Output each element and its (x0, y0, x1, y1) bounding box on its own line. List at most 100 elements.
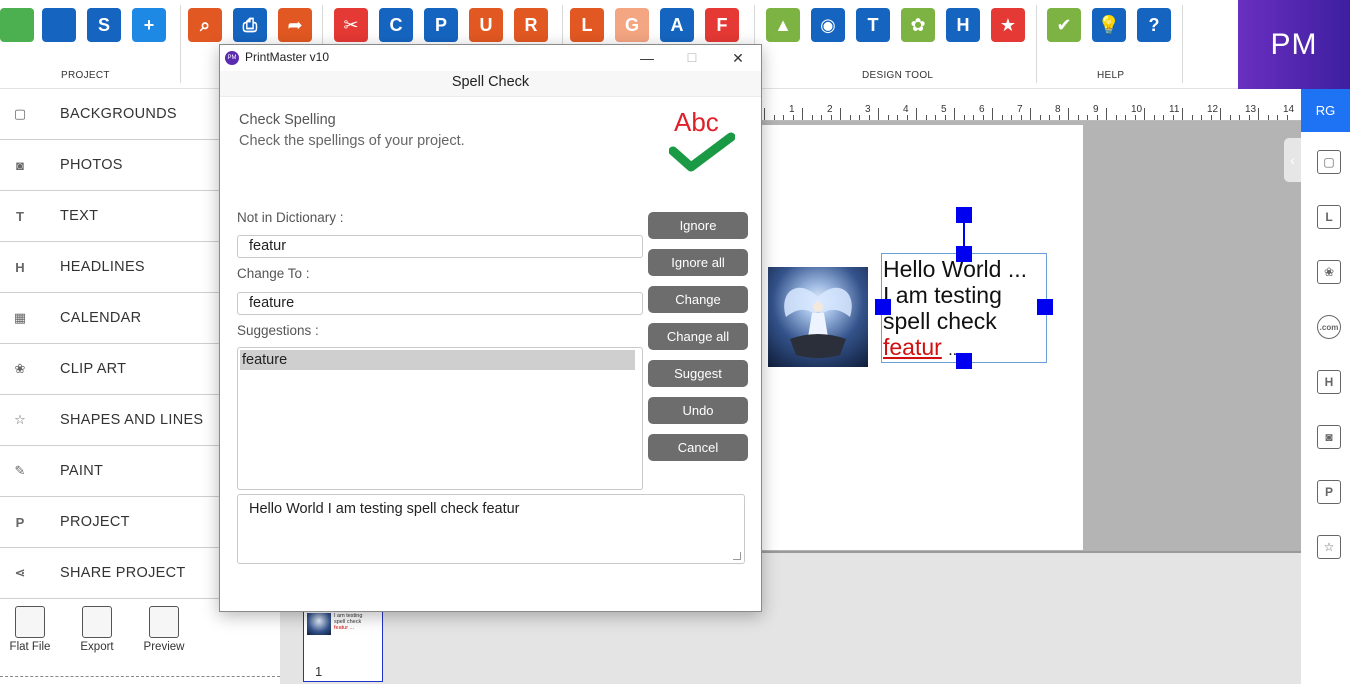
collapse-panel-chevron-icon[interactable]: ‹ (1284, 138, 1301, 182)
new-page-icon[interactable] (0, 8, 34, 42)
ruler-tick (1267, 115, 1269, 120)
star-badge-icon[interactable]: ★ (991, 8, 1025, 42)
not-in-dictionary-field[interactable]: featur (237, 235, 643, 258)
ruler-tick (1144, 108, 1145, 120)
tips-bulb-icon[interactable]: 💡 (1092, 8, 1126, 42)
ruler-tick (887, 115, 889, 120)
project-icon[interactable]: P (1317, 480, 1341, 504)
minimize-button[interactable]: — (624, 47, 670, 69)
suggestion-item[interactable]: feature (240, 350, 635, 370)
ruler-tick (1182, 108, 1183, 120)
close-button[interactable]: ✕ (715, 47, 761, 69)
ignore-button[interactable]: Ignore (648, 212, 748, 239)
ignore-all-button[interactable]: Ignore all (648, 249, 748, 276)
angel-photo[interactable] (768, 267, 868, 367)
help-question-icon[interactable]: ? (1137, 8, 1171, 42)
grid-icon[interactable]: G (615, 8, 649, 42)
frame-icon[interactable]: F (705, 8, 739, 42)
toolbar-separator (1182, 5, 1183, 83)
ruler-tick (783, 115, 784, 120)
export-icon[interactable]: ➦ (278, 8, 312, 42)
ruler-tick (773, 115, 775, 120)
preview-button[interactable]: Preview (134, 606, 194, 653)
canvas-text-block[interactable]: Hello World ... I am testing spell check… (883, 256, 1053, 364)
ruler-tick (1191, 115, 1193, 120)
paste-icon[interactable]: P (424, 8, 458, 42)
cut-icon[interactable]: ✂ (334, 8, 368, 42)
change-all-button[interactable]: Change all (648, 323, 748, 350)
toolbar-group-help-label: HELP (1097, 70, 1125, 81)
resize-handle-bottom[interactable] (956, 353, 972, 369)
add-page-icon[interactable]: + (132, 8, 166, 42)
sidebar-bottom-divider (0, 676, 280, 677)
star-outline-icon: ☆ (14, 412, 26, 427)
ruler-label: 10 (1131, 104, 1143, 115)
ruler-tick (802, 108, 803, 120)
context-textarea[interactable]: Hello World I am testing spell check fea… (237, 494, 745, 564)
change-button[interactable]: Change (648, 286, 748, 313)
ruler-tick (868, 115, 870, 120)
save-icon[interactable]: S (87, 8, 121, 42)
change-to-field[interactable]: feature (237, 292, 643, 315)
export-button[interactable]: Export (67, 606, 127, 653)
angel-illustration (784, 287, 852, 358)
ruler-tick (1087, 115, 1088, 120)
print-icon[interactable]: ⎙ (233, 8, 267, 42)
ruler-tick (840, 108, 841, 120)
resize-handle-right[interactable] (1037, 299, 1053, 315)
ruler-label: 6 (979, 104, 985, 115)
spell-check-icon[interactable]: ✔ (1047, 8, 1081, 42)
ruler-tick (1258, 108, 1259, 120)
sidebar-item-label: PROJECT (60, 514, 130, 530)
undo-button[interactable]: Undo (648, 397, 748, 424)
ruler-tick (792, 115, 794, 120)
dialog-titlebar[interactable]: PM PrintMaster v10 — ☐ ✕ (220, 45, 761, 71)
toolbar-separator (1036, 5, 1037, 83)
maximize-button[interactable]: ☐ (669, 47, 715, 69)
suggest-button[interactable]: Suggest (648, 360, 748, 387)
undo-icon[interactable]: U (469, 8, 503, 42)
text-icon: T (16, 208, 24, 224)
misspelled-word[interactable]: featur (883, 334, 942, 360)
headline-icon[interactable]: H (946, 8, 980, 42)
backgrounds-icon[interactable]: ▢ (1317, 150, 1341, 174)
align-icon[interactable]: A (660, 8, 694, 42)
ruler-tick (1153, 115, 1155, 120)
flat-file-button[interactable]: Flat File (0, 606, 60, 653)
image-icon[interactable]: ▲ (766, 8, 800, 42)
clipart-flower-icon[interactable]: ✿ (901, 8, 935, 42)
dialog-heading: Check Spelling (239, 112, 336, 128)
ruler-tick (1096, 115, 1098, 120)
layers-icon[interactable]: L (570, 8, 604, 42)
ruler-tick (1115, 115, 1117, 120)
flat-file-icon (15, 606, 45, 638)
cancel-button[interactable]: Cancel (648, 434, 748, 461)
cloud-com-icon[interactable]: .com (1317, 315, 1341, 339)
camera-icon: ◙ (16, 157, 24, 173)
ruler-tick (1106, 108, 1107, 120)
camera-icon[interactable]: ◉ (811, 8, 845, 42)
resize-handle-top[interactable] (956, 246, 972, 262)
user-badge[interactable]: RG (1301, 89, 1350, 132)
resize-handle-left[interactable] (875, 299, 891, 315)
sidebar-item-label: HEADLINES (60, 259, 145, 275)
ruler-tick (1068, 108, 1069, 120)
lotus-icon[interactable]: ❀ (1317, 260, 1341, 284)
headline-icon[interactable]: H (1317, 370, 1341, 394)
copy-icon[interactable]: C (379, 8, 413, 42)
sidebar-item-label: PHOTOS (60, 157, 123, 173)
suggestions-label: Suggestions : (237, 323, 319, 338)
bottom-tool-label: Export (80, 641, 114, 653)
ruler-label: 14 (1283, 104, 1295, 115)
rotate-handle[interactable] (956, 207, 972, 223)
redo-icon[interactable]: R (514, 8, 548, 42)
star-outline-icon[interactable]: ☆ (1317, 535, 1341, 559)
open-folder-icon[interactable] (42, 8, 76, 42)
layers-icon[interactable]: L (1317, 205, 1341, 229)
preview-icon[interactable]: ⌕ (188, 8, 222, 42)
text-icon[interactable]: T (856, 8, 890, 42)
canvas-text-line: spell check (883, 308, 997, 334)
camera-icon[interactable]: ◙ (1317, 425, 1341, 449)
resize-grip-icon[interactable] (733, 552, 741, 560)
ruler-tick (992, 108, 993, 120)
